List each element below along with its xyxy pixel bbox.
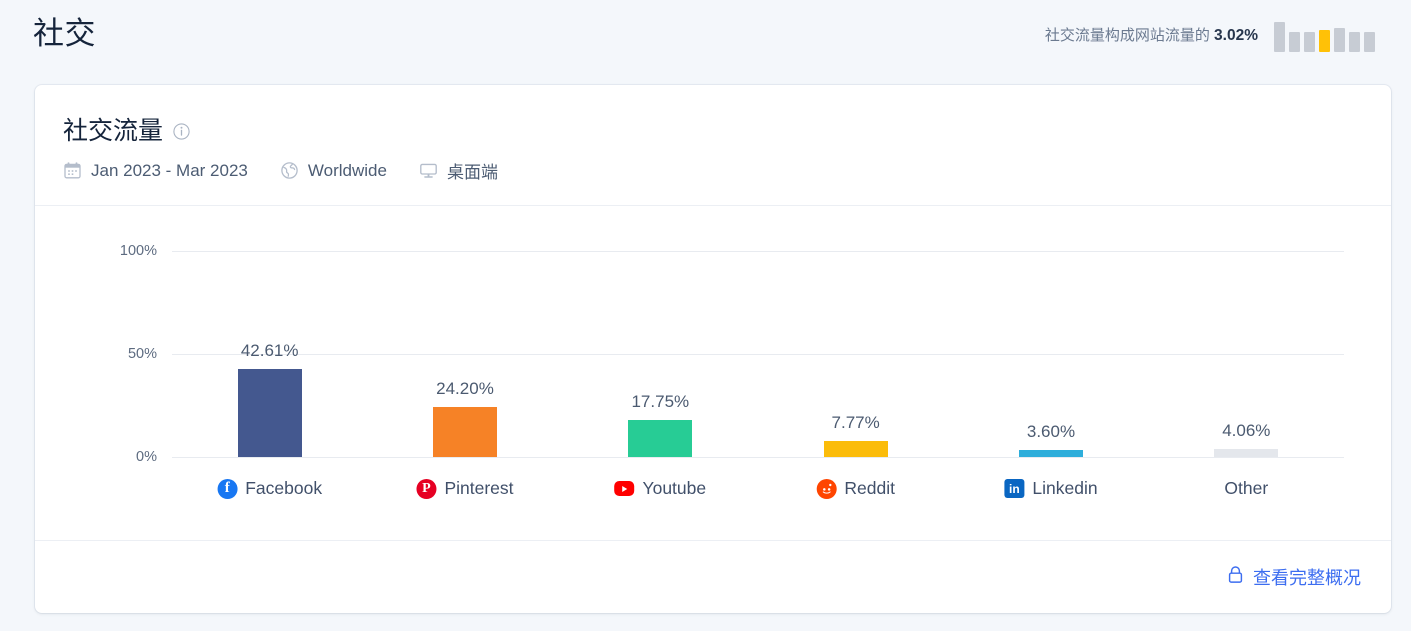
x-axis-label: Other (1224, 478, 1269, 498)
traffic-share-indicator (1274, 16, 1375, 52)
facebook-icon: f (217, 478, 238, 499)
social-traffic-card: 社交流量 Jan 2023 - Mar 2023 Worldwide 桌面端 0… (35, 85, 1391, 613)
bar-youtube[interactable] (628, 420, 693, 457)
x-axis-label: Reddit (844, 478, 895, 498)
chart-column[interactable]: 3.60% in Linkedin (953, 206, 1148, 543)
x-axis-tick[interactable]: P Pinterest (416, 478, 514, 499)
header-traffic-share: 社交流量构成网站流量的 3.02% (1045, 16, 1375, 52)
social-traffic-chart: similarweb 0%50%100% 42.61%fFacebook24.2… (35, 206, 1391, 613)
bar-value-label: 3.60% (1026, 421, 1076, 441)
info-circle-icon[interactable] (173, 123, 190, 140)
mini-bar-6 (1364, 32, 1375, 52)
mini-bar-5 (1349, 32, 1360, 52)
x-axis-label: Linkedin (1032, 478, 1098, 498)
x-axis-label: Pinterest (444, 478, 514, 498)
x-axis-label: Facebook (245, 478, 323, 498)
card-title: 社交流量 (63, 117, 164, 145)
card-header: 社交流量 Jan 2023 - Mar 2023 Worldwide 桌面端 (35, 85, 1391, 205)
reddit-icon (816, 478, 837, 499)
calendar-icon (63, 161, 82, 180)
device-label[interactable]: 桌面端 (447, 158, 498, 183)
x-axis-tick[interactable]: Reddit (816, 478, 895, 499)
desktop-icon (419, 161, 438, 180)
y-axis-label: 50% (127, 346, 157, 362)
mini-bar-0 (1274, 22, 1285, 52)
x-axis-tick[interactable]: Other (1224, 478, 1268, 499)
traffic-share-label: 社交流量构成网站流量的 (1044, 26, 1210, 44)
chart-column[interactable]: 7.77% Reddit (758, 206, 953, 543)
bar-value-label: 24.20% (436, 379, 494, 399)
bar-value-label: 42.61% (240, 341, 299, 361)
mini-bar-2 (1304, 32, 1315, 52)
chart-column[interactable]: 17.75% Youtube (563, 206, 758, 543)
x-axis-tick[interactable]: f Facebook (217, 478, 322, 499)
chart-column[interactable]: 24.20% P Pinterest (367, 206, 562, 543)
pinterest-icon: P (416, 478, 437, 499)
x-axis-tick[interactable]: in Linkedin (1004, 478, 1098, 499)
chart-column[interactable]: 4.06% Other (1149, 206, 1344, 543)
bar-pinterest[interactable] (432, 407, 497, 457)
card-footer: 查看完整概况 (35, 541, 1391, 613)
traffic-share-text: 社交流量构成网站流量的 3.02% (1045, 24, 1258, 45)
bar-value-label: 4.06% (1222, 420, 1271, 440)
x-axis-label: Youtube (642, 478, 707, 498)
lock-icon (1227, 565, 1244, 589)
page-title: 社交 (33, 16, 96, 51)
bar-value-label: 7.77% (831, 413, 880, 432)
region-label[interactable]: Worldwide (308, 161, 387, 181)
bar-reddit[interactable] (823, 441, 888, 457)
page-header: 社交 社交流量构成网站流量的 3.02% (0, 0, 1411, 67)
y-axis-label: 100% (119, 243, 157, 259)
globe-icon (280, 161, 299, 180)
chart-column[interactable]: 42.61% f Facebook (172, 206, 367, 543)
card-meta-row: Jan 2023 - Mar 2023 Worldwide 桌面端 (63, 158, 1391, 183)
mini-bar-3 (1319, 30, 1330, 52)
view-full-overview-link[interactable]: 查看完整概况 (1227, 564, 1361, 590)
linkedin-icon: in (1004, 479, 1025, 498)
bar-facebook[interactable] (237, 369, 302, 457)
traffic-share-value: 3.02% (1214, 26, 1258, 44)
view-full-overview-label: 查看完整概况 (1253, 568, 1361, 588)
mini-bar-4 (1334, 28, 1345, 52)
bar-linkedin[interactable] (1018, 449, 1083, 457)
bar-value-label: 17.75% (631, 392, 690, 412)
date-range-label[interactable]: Jan 2023 - Mar 2023 (91, 161, 248, 181)
youtube-icon (614, 479, 635, 499)
x-axis-tick[interactable]: Youtube (614, 478, 707, 499)
chart-plot-area: 42.61% f Facebook 24.20% P Pinterest 17.75% You… (172, 206, 1344, 543)
mini-bar-1 (1289, 32, 1300, 52)
bar-other[interactable] (1214, 448, 1279, 457)
y-axis-label: 0% (136, 449, 157, 465)
